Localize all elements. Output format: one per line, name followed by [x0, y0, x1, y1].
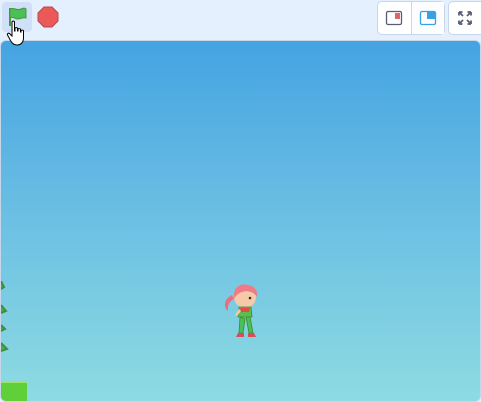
green-flag-icon — [9, 7, 27, 26]
girl-sprite[interactable] — [220, 281, 266, 345]
grass-tile — [1, 381, 27, 401]
stop-button[interactable] — [33, 2, 63, 32]
fullscreen-button[interactable] — [448, 1, 481, 35]
small-stage-icon — [386, 10, 403, 26]
small-stage-button[interactable] — [378, 2, 412, 34]
normal-stage-button[interactable] — [411, 2, 444, 34]
stage-canvas[interactable] — [0, 40, 481, 402]
stop-sign-icon — [37, 6, 59, 28]
stage-layout-toggle — [377, 1, 445, 35]
vine-decoration — [1, 281, 9, 352]
green-flag-button[interactable] — [2, 2, 32, 32]
fullscreen-icon — [458, 11, 472, 25]
stage-toolbar — [0, 0, 481, 40]
normal-stage-icon — [419, 10, 436, 26]
